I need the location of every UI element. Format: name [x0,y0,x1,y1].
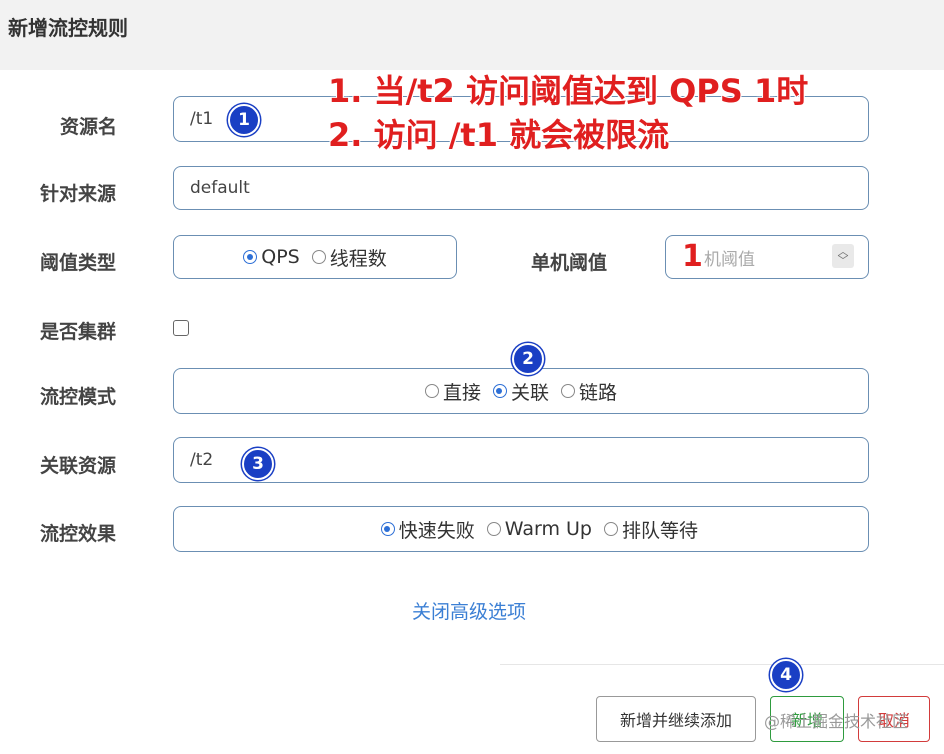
toggle-advanced-link[interactable]: 关闭高级选项 [412,597,526,624]
threshold-type-group: QPS 线程数 [173,235,457,279]
ref-resource-input[interactable]: /t2 [173,437,869,483]
source-label: 针对来源 [40,183,117,205]
annotation-red-number: 1 [682,239,703,274]
flow-mode-relate-label: 关联 [510,381,549,404]
threshold-type-thread-label: 线程数 [329,247,387,270]
flow-mode-group: 直接 关联 链路 [173,368,869,414]
annotation-line-2: 2. 访问 /t1 就会被限流 [328,116,670,154]
radio-selected-icon [243,250,258,264]
threshold-type-qps-radio[interactable]: QPS [243,246,300,268]
radio-unselected-icon [311,250,326,264]
radio-unselected-icon [561,384,575,398]
source-input[interactable]: default [173,166,869,210]
cluster-checkbox[interactable] [173,320,189,336]
dialog-title: 新增流控规则 [8,16,128,40]
step-badge-1: 1 [228,104,260,136]
effect-fail-fast-radio[interactable]: 快速失败 [380,516,475,543]
ref-resource-value: /t2 [190,450,214,470]
flow-mode-direct-radio[interactable]: 直接 [424,378,481,405]
watermark: @稀土掘金技术社区 [764,712,909,731]
flow-mode-chain-label: 链路 [579,381,618,404]
step-badge-2: 2 [512,343,544,375]
threshold-type-qps-label: QPS [261,246,300,268]
step-badge-3: 3 [242,448,274,480]
cluster-label: 是否集群 [40,321,117,343]
source-value: default [190,178,250,198]
stepper-icon[interactable]: ︿ ﹀ [832,244,854,268]
effect-warm-up-radio[interactable]: Warm Up [486,518,592,540]
flow-mode-direct-label: 直接 [442,381,481,404]
threshold-type-thread-radio[interactable]: 线程数 [311,244,387,271]
add-and-continue-button[interactable]: 新增并继续添加 [596,696,756,742]
radio-unselected-icon [486,522,501,536]
flow-mode-relate-radio[interactable]: 关联 [492,378,549,405]
annotation-line-1: 1. 当/t2 访问阈值达到 QPS 1时 [328,72,809,110]
ref-resource-label: 关联资源 [40,455,117,477]
radio-selected-icon [492,384,507,398]
effect-label: 流控效果 [40,523,117,545]
single-threshold-placeholder: 机阈值 [704,249,755,270]
radio-unselected-icon [603,522,618,536]
effect-fail-fast-label: 快速失败 [398,519,475,542]
effect-group: 快速失败 Warm Up 排队等待 [173,506,869,552]
flow-mode-chain-radio[interactable]: 链路 [561,378,617,405]
flow-mode-label: 流控模式 [40,386,117,408]
resource-value: /t1 [190,109,214,129]
dialog-header: 新增流控规则 [0,0,944,70]
threshold-type-label: 阈值类型 [40,252,117,274]
resource-label: 资源名 [60,116,118,138]
effect-queue-radio[interactable]: 排队等待 [603,516,698,543]
radio-selected-icon [380,522,395,536]
radio-unselected-icon [424,384,439,398]
step-badge-4: 4 [770,659,802,691]
footer-divider [500,664,944,665]
effect-warm-up-label: Warm Up [504,518,592,540]
effect-queue-label: 排队等待 [621,519,698,542]
single-threshold-label: 单机阈值 [531,252,608,274]
